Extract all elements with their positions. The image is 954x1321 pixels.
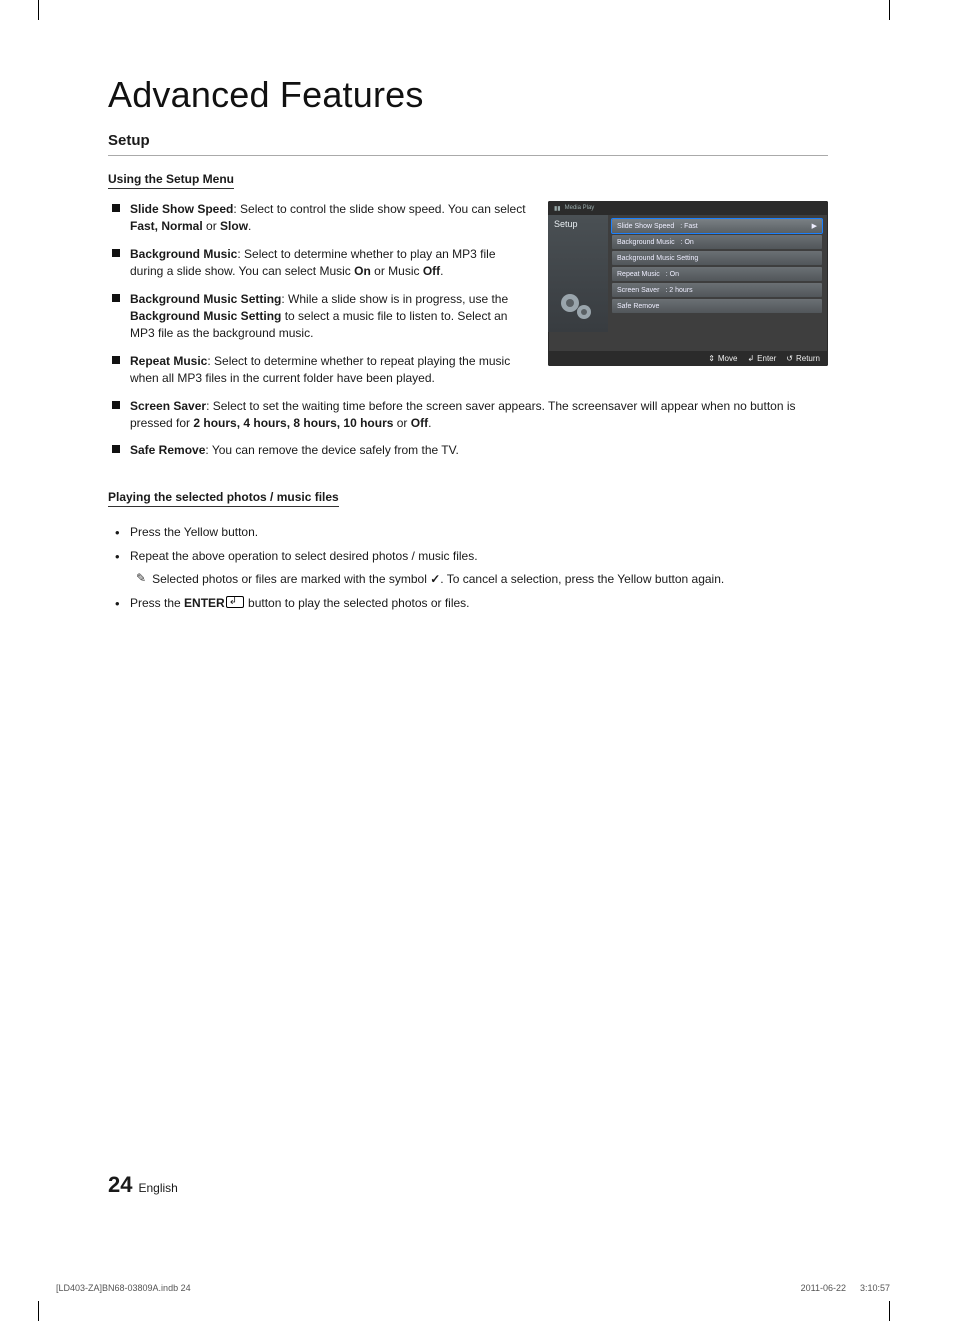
item-bold: Off [411, 416, 428, 430]
item-text: : You can remove the device safely from … [205, 443, 458, 457]
item-text: Repeat the above operation to select des… [130, 549, 478, 563]
tv-menu-row: Background Music : On [612, 235, 822, 249]
subheading-playing: Playing the selected photos / music file… [108, 490, 339, 507]
tv-screen: ▮▮ Media Play Setup [548, 201, 828, 366]
section-heading: Setup [108, 132, 828, 156]
tv-menu-figure: ▮▮ Media Play Setup [548, 201, 828, 366]
item-text: or [393, 416, 410, 430]
page-number: 24 English [108, 1172, 178, 1198]
tv-foot-label: Move [718, 354, 738, 363]
tv-foot-label: Enter [757, 354, 776, 363]
item-text: : Select to control the slide show speed… [233, 202, 525, 216]
tv-foot-return: ↺Return [786, 354, 820, 363]
item-text: Selected photos or files are marked with… [152, 572, 430, 586]
row-with-tv: Slide Show Speed: Select to control the … [108, 201, 828, 398]
item-bold: Slow [220, 219, 248, 233]
item-text: button to play the selected photos or fi… [245, 596, 470, 610]
item-text: . [428, 416, 431, 430]
tv-menu-row: Background Music Setting [612, 251, 822, 265]
page-language: English [138, 1181, 177, 1195]
footer-filepath: [LD403-ZA]BN68-03809A.indb 24 [56, 1283, 191, 1293]
tv-row-value: : 2 hours [665, 287, 692, 294]
setup-items-left: Slide Show Speed: Select to control the … [108, 201, 532, 388]
tv-row-label: Repeat Music [617, 271, 660, 278]
item-label: Screen Saver [130, 399, 206, 413]
item-bold: 2 hours, 4 hours, 8 hours, 10 hours [193, 416, 393, 430]
crop-mark-bottom [38, 1301, 890, 1321]
item-text: or Music [371, 264, 423, 278]
tv-row-label: Safe Remove [617, 303, 659, 310]
item-bold: Background Music Setting [130, 309, 281, 323]
item-bold: On [354, 264, 371, 278]
list-item: Background Music Setting: While a slide … [108, 291, 532, 343]
tv-menu-row: Screen Saver : 2 hours [612, 283, 822, 297]
text-column: Slide Show Speed: Select to control the … [108, 201, 532, 398]
tv-menu-row: Safe Remove [612, 299, 822, 313]
list-item: Screen Saver: Select to set the waiting … [108, 398, 828, 433]
tv-sidebar-label: Setup [548, 215, 608, 229]
page-number-value: 24 [108, 1172, 132, 1198]
note-icon: ✎ [136, 572, 146, 584]
tv-foot-label: Return [796, 354, 820, 363]
subheading-using-setup: Using the Setup Menu [108, 172, 234, 189]
item-text: Press the [130, 596, 184, 610]
enter-icon: ↲ [747, 354, 754, 363]
tv-row-label: Screen Saver [617, 287, 659, 294]
play-steps: Press the Yellow button. Repeat the abov… [108, 523, 828, 613]
item-text: or [203, 219, 220, 233]
tv-sidebar: Setup [548, 215, 608, 332]
tv-row-label: Background Music Setting [617, 255, 698, 262]
item-label: Background Music Setting [130, 292, 281, 306]
tv-foot-move: ⇕Move [708, 354, 737, 363]
tv-brand-icon: ▮▮ [554, 205, 561, 212]
tv-body: Setup Slide Show Speed : Fast [548, 215, 828, 332]
footer-timestamp: 2011-06-22 3:10:57 [801, 1283, 890, 1293]
item-bold: ENTER [184, 596, 225, 610]
tv-row-label: Background Music [617, 239, 675, 246]
list-item: Repeat Music: Select to determine whethe… [108, 353, 532, 388]
item-bold: Fast, Normal [130, 219, 203, 233]
tv-titlebar: ▮▮ Media Play [548, 201, 828, 215]
list-item: Background Music: Select to determine wh… [108, 246, 532, 281]
tv-row-value: : On [681, 239, 694, 246]
play-icon: ▶ [812, 222, 817, 230]
page-title: Advanced Features [108, 74, 828, 116]
list-item: Repeat the above operation to select des… [108, 547, 828, 588]
crop-mark-top [38, 0, 890, 20]
item-text: . [248, 219, 251, 233]
tv-row-label: Slide Show Speed [617, 223, 674, 230]
tv-footer: ⇕Move ↲Enter ↺Return [548, 351, 828, 366]
item-label: Safe Remove [130, 443, 205, 457]
tv-row-value: : On [666, 271, 679, 278]
item-label: Repeat Music [130, 354, 207, 368]
note-row: ✎ Selected photos or files are marked wi… [136, 570, 828, 589]
tv-brand-label: Media Play [565, 205, 595, 211]
item-text: : While a slide show is in progress, use… [281, 292, 508, 306]
item-text: . [440, 264, 443, 278]
item-label: Slide Show Speed [130, 202, 233, 216]
list-item: Slide Show Speed: Select to control the … [108, 201, 532, 236]
updown-icon: ⇕ [708, 354, 715, 363]
item-label: Background Music [130, 247, 237, 261]
gear-icon [556, 284, 596, 324]
enter-icon [226, 596, 244, 608]
tv-row-value: : Fast [680, 223, 698, 230]
tv-foot-enter: ↲Enter [747, 354, 776, 363]
setup-items-full: Screen Saver: Select to set the waiting … [108, 398, 828, 460]
item-bold: Off [423, 264, 440, 278]
list-item: Press the Yellow button. [108, 523, 828, 542]
list-item: Press the ENTER button to play the selec… [108, 594, 828, 613]
check-icon: ✓ [430, 570, 440, 589]
list-item: Safe Remove: You can remove the device s… [108, 442, 828, 459]
tv-menu-list: Slide Show Speed : Fast ▶ Background Musi… [608, 215, 828, 332]
item-text: . To cancel a selection, press the Yello… [440, 572, 724, 586]
tv-menu-row: Repeat Music : On [612, 267, 822, 281]
note-text: Selected photos or files are marked with… [152, 570, 724, 589]
content-area: Advanced Features Setup Using the Setup … [108, 74, 828, 619]
page: Advanced Features Setup Using the Setup … [0, 0, 954, 1321]
return-icon: ↺ [786, 354, 793, 363]
tv-menu-row: Slide Show Speed : Fast ▶ [612, 219, 822, 233]
